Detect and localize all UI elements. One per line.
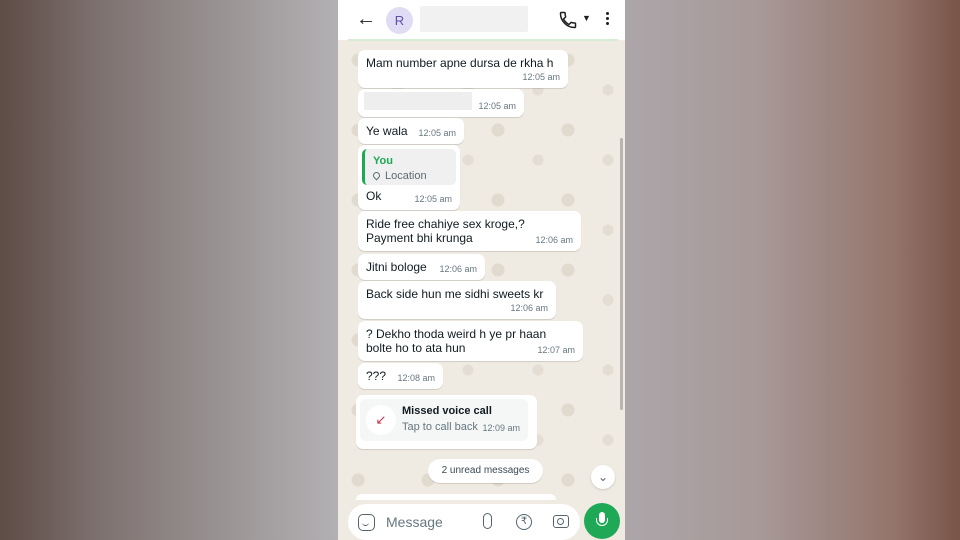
message-time: 12:06 am (439, 264, 477, 274)
message-time: 12:07 am (537, 345, 575, 355)
message-text-line2: bolte ho to ata hun (366, 341, 466, 355)
message-time: 12:05 am (414, 194, 452, 204)
avatar[interactable]: R (386, 7, 413, 34)
rupee-icon[interactable]: ₹ (516, 514, 532, 530)
message-input[interactable]: Message (386, 514, 443, 530)
quoted-location: Location (371, 169, 427, 184)
message-time: 12:05 am (478, 101, 516, 111)
message-text-line2: Payment bhi krunga (366, 231, 473, 245)
scrollbar[interactable] (620, 138, 623, 410)
message-bubble[interactable]: Ye wala 12:05 am (358, 118, 464, 144)
message-bubble[interactable]: Back side hun me sidhi sweets kr 12:06 a… (358, 281, 556, 319)
blurred-background-right (625, 0, 960, 540)
message-text: Jitni bologe (366, 260, 427, 274)
mic-icon[interactable] (584, 503, 620, 539)
attach-icon[interactable] (483, 513, 492, 529)
composer-area: Message ₹ (338, 500, 625, 540)
sticker-icon[interactable] (358, 514, 375, 531)
message-time: 12:05 am (522, 72, 560, 82)
message-text-line1: ? Dekho thoda weird h ye pr haan (366, 327, 547, 341)
message-text: Ye wala (366, 124, 408, 138)
unread-messages-divider: 2 unread messages (428, 459, 543, 483)
message-time: 12:06 am (510, 303, 548, 313)
message-time: 12:05 am (418, 128, 456, 138)
message-time: 12:09 am (482, 423, 520, 433)
missed-call-bubble[interactable]: ↙ Missed voice call Tap to call back 12:… (356, 395, 537, 449)
quoted-message[interactable]: You Location (362, 149, 456, 185)
message-text: Ok (366, 189, 382, 203)
chat-header: ← R ▼ (338, 0, 625, 40)
message-bubble[interactable]: ? Dekho thoda weird h ye pr haan bolte h… (358, 321, 583, 361)
message-text: ??? (366, 369, 387, 383)
contact-name-redacted[interactable] (420, 6, 528, 32)
message-bubble[interactable]: Ride free chahiye sex kroge,? Payment bh… (358, 211, 581, 251)
missed-call-subtitle: Tap to call back (402, 421, 478, 433)
arrow-left-icon[interactable]: ← (356, 9, 376, 30)
message-text: Back side hun me sidhi sweets kr (366, 287, 544, 301)
camera-icon[interactable] (553, 515, 569, 528)
message-bubble[interactable]: ??? 12:08 am (358, 363, 443, 389)
message-text: Mam number apne dursa de rkha h (366, 56, 554, 70)
blurred-background-left (0, 0, 338, 540)
message-input-bar[interactable]: Message ₹ (348, 504, 580, 540)
message-text-line1: Ride free chahiye sex kroge,? (366, 217, 525, 231)
message-bubble[interactable]: Jitni bologe 12:06 am (358, 254, 485, 280)
missed-call-title: Missed voice call (402, 405, 492, 417)
chevron-down-icon[interactable]: ▼ (582, 13, 591, 23)
location-pin-icon (371, 170, 382, 181)
more-vert-icon[interactable] (602, 10, 612, 30)
header-divider (348, 39, 618, 41)
message-time: 12:08 am (397, 373, 435, 383)
quoted-author: You (373, 155, 393, 167)
message-bubble[interactable]: Mam number apne dursa de rkha h 12:05 am (358, 50, 568, 88)
missed-call-card[interactable]: ↙ Missed voice call Tap to call back 12:… (360, 399, 528, 441)
missed-call-icon: ↙ (366, 405, 396, 435)
chat-screen: ← R ▼ Mam number apne dursa de rkha h 12… (338, 0, 625, 540)
phone-icon[interactable] (558, 10, 578, 30)
redacted-content (364, 92, 472, 110)
message-bubble-redacted[interactable]: 12:05 am (358, 89, 524, 117)
chevron-double-down-icon[interactable]: ⌄ (591, 465, 615, 489)
reply-message-bubble[interactable]: You Location Ok 12:05 am (358, 145, 460, 210)
message-time: 12:06 am (535, 235, 573, 245)
